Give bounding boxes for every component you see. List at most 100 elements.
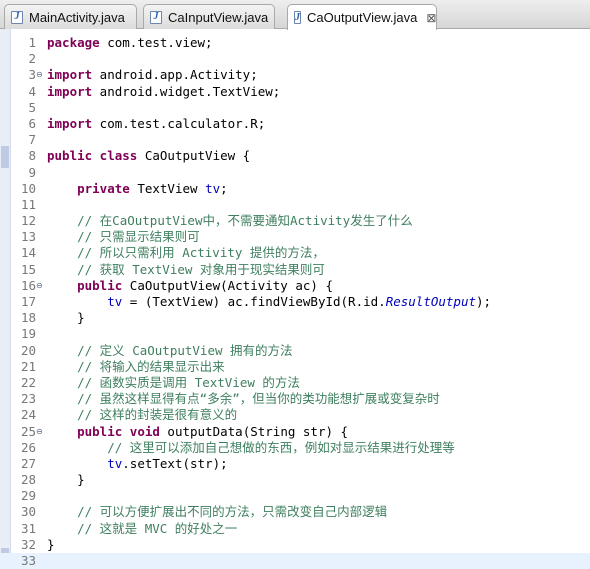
code-editor[interactable]: 1 package com.test.view; 2 3 ⊖ import android… — [0, 29, 590, 569]
code-text: import com.test.calculator.R; — [47, 116, 265, 132]
code-line: 15 // 获取 TextView 对象用于现实结果则可 — [0, 262, 590, 278]
line-number: 23 — [20, 391, 36, 407]
code-line: 25 ⊖ public void outputData(String str) { — [0, 424, 590, 440]
tab-main-activity[interactable]: J MainActivity.java — [4, 4, 137, 29]
line-number: 1 — [28, 35, 36, 50]
code-token: // 将输入的结果显示出来 — [47, 358, 225, 374]
code-text: // 只需显示结果则可 — [47, 229, 200, 245]
line-number: 32 — [20, 536, 36, 552]
code-line: 28 } — [0, 472, 590, 488]
code-token: } — [47, 536, 55, 552]
code-line: 22 // 函数实质是调用 TextView 的方法 — [0, 375, 590, 391]
fold-collapse-icon[interactable]: ⊖ — [36, 67, 43, 83]
code-line: 19 — [0, 326, 590, 342]
line-number: 29 — [20, 488, 36, 504]
line-number: 19 — [20, 326, 36, 342]
code-token: } — [47, 472, 85, 488]
code-token: com.test.calculator.R; — [92, 115, 266, 131]
code-token: CaOutputView { — [137, 148, 251, 164]
code-text: import android.widget.TextView; — [47, 84, 280, 100]
code-text: import android.app.Activity; — [47, 67, 258, 83]
code-text: // 获取 TextView 对象用于现实结果则可 — [47, 262, 325, 278]
line-number: 21 — [20, 358, 36, 374]
code-line: 5 — [0, 100, 590, 116]
code-token: ResultOutput — [385, 294, 476, 309]
line-number: 17 — [20, 294, 36, 309]
editor-tab-bar: J MainActivity.java J CaInputView.java J… — [0, 0, 590, 30]
code-text: tv.setText(str); — [47, 455, 227, 472]
code-text: } — [47, 472, 85, 488]
code-token: tv — [107, 294, 123, 309]
tab-caoutputview[interactable]: J CaOutputView.java ⊠ — [287, 4, 437, 30]
code-token: public class — [47, 148, 138, 164]
code-line: 7 — [0, 132, 590, 148]
code-text: package com.test.view; — [47, 35, 213, 51]
code-text: public CaOutputView(Activity ac) { — [47, 278, 333, 294]
code-line: 14 // 所以只需利用 Activity 提供的方法， — [0, 245, 590, 261]
line-number: 12 — [20, 213, 36, 229]
code-text: // 将输入的结果显示出来 — [47, 359, 225, 375]
code-token: tv — [107, 455, 123, 471]
java-file-icon: J — [294, 11, 301, 24]
close-icon[interactable]: ⊠ — [426, 11, 436, 25]
line-number: 28 — [20, 472, 36, 488]
code-line: 20 // 定义 CaOutputView 拥有的方法 — [0, 343, 590, 359]
code-token: // 所以只需利用 Activity 提供的方法， — [47, 245, 325, 261]
tab-cainputview[interactable]: J CaInputView.java — [143, 4, 275, 29]
code-text: public class CaOutputView { — [47, 148, 250, 164]
code-token: outputData(String str) { — [159, 423, 349, 439]
code-line: 29 — [0, 488, 590, 504]
code-line: 21 // 将输入的结果显示出来 — [0, 359, 590, 375]
code-line: 11 — [0, 197, 590, 213]
code-token: android.app.Activity; — [92, 67, 258, 83]
fold-collapse-icon[interactable]: ⊖ — [36, 424, 43, 440]
code-text: // 所以只需利用 Activity 提供的方法， — [47, 245, 325, 261]
line-number: 30 — [20, 504, 36, 520]
code-text: public void outputData(String str) { — [47, 424, 348, 440]
code-token: } — [47, 310, 85, 326]
code-token: tv — [205, 180, 221, 196]
code-token: com.test.view; — [99, 35, 213, 50]
code-text: // 这样的封装是很有意义的 — [47, 407, 237, 423]
code-token: ; — [220, 180, 228, 196]
code-text: // 在CaOutputView中，不需要通知Activity发生了什么 — [47, 213, 413, 229]
line-number: 20 — [20, 342, 36, 358]
line-number: 24 — [20, 407, 36, 423]
line-number: 14 — [20, 245, 36, 261]
code-line: 8 public class CaOutputView { — [0, 148, 590, 164]
code-token: android.widget.TextView; — [92, 83, 281, 99]
code-text: // 定义 CaOutputView 拥有的方法 — [47, 343, 292, 359]
code-line: 33 — [0, 553, 590, 569]
code-line: 1 package com.test.view; — [0, 35, 590, 51]
line-number: 26 — [20, 439, 36, 455]
line-number: 31 — [20, 520, 36, 536]
fold-collapse-icon[interactable]: ⊖ — [36, 278, 43, 294]
code-token: package — [47, 35, 100, 50]
code-token: ); — [476, 294, 492, 309]
code-token: // 可以方便扩展出不同的方法，只需改变自己内部逻辑 — [47, 504, 388, 520]
line-number: 2 — [28, 51, 36, 67]
tab-label: CaInputView.java — [168, 9, 269, 25]
code-text: // 可以方便扩展出不同的方法，只需改变自己内部逻辑 — [47, 504, 387, 520]
line-number: 27 — [20, 455, 36, 471]
code-token: TextView — [129, 180, 206, 196]
code-text: } — [47, 537, 55, 553]
line-number: 6 — [28, 115, 36, 131]
code-line: 13 // 只需显示结果则可 — [0, 229, 590, 245]
line-number: 8 — [28, 148, 36, 164]
line-number: 16 — [20, 277, 36, 293]
line-number: 25 — [20, 423, 36, 439]
code-token: import — [47, 67, 93, 83]
code-line: 18 } — [0, 310, 590, 326]
code-token: // 获取 TextView 对象用于现实结果则可 — [47, 261, 325, 277]
code-token: // 这样的封装是很有意义的 — [47, 407, 238, 423]
code-text: // 这里可以添加自己想做的东西，例如对显示结果进行处理等 — [47, 440, 455, 456]
code-line: 30 // 可以方便扩展出不同的方法，只需改变自己内部逻辑 — [0, 504, 590, 520]
java-file-icon: J — [11, 10, 23, 24]
code-line: 32} — [0, 537, 590, 553]
line-number: 4 — [28, 83, 36, 99]
line-number: 11 — [20, 196, 36, 212]
